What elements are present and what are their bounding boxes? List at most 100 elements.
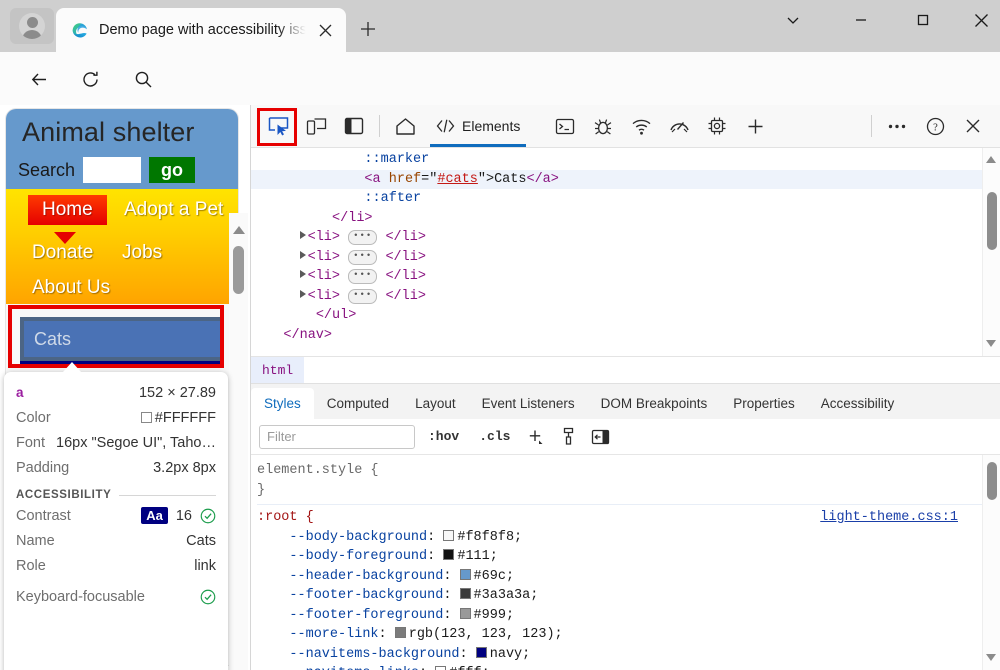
- contrast-aa-badge: Aa: [141, 507, 168, 524]
- css-declaration: --more-link: rgb(123, 123, 123);: [257, 625, 982, 645]
- expand-triangle-icon[interactable]: [300, 231, 306, 239]
- collapsed-children-icon[interactable]: •••: [348, 289, 377, 304]
- tooltip-font-row: Font 16px "Segoe UI", Taho…: [16, 430, 216, 455]
- dom-node-line[interactable]: <li> ••• </li>: [251, 267, 982, 287]
- keyboard-focusable-label: Keyboard-focusable: [16, 589, 145, 605]
- scroll-down-arrow-icon[interactable]: [985, 649, 997, 667]
- dom-node-line[interactable]: <li> ••• </li>: [251, 248, 982, 268]
- minimize-button[interactable]: [838, 4, 884, 36]
- styles-tab-dom-breakpoints[interactable]: DOM Breakpoints: [588, 388, 721, 419]
- dom-tree-scrollbar-thumb[interactable]: [987, 192, 997, 250]
- collapsed-children-icon[interactable]: •••: [348, 230, 377, 245]
- check-circle-icon: [200, 508, 216, 524]
- nav-item-adopt-a-pet[interactable]: Adopt a Pet: [124, 199, 223, 221]
- styles-scrollbar-thumb[interactable]: [987, 462, 997, 500]
- collapsed-children-icon[interactable]: •••: [348, 250, 377, 265]
- collapsed-children-icon[interactable]: •••: [348, 269, 377, 284]
- expand-triangle-icon[interactable]: [300, 290, 306, 298]
- color-swatch-icon[interactable]: [443, 549, 454, 560]
- dom-node-line[interactable]: ::after: [251, 189, 982, 209]
- inspect-element-icon[interactable]: [259, 107, 297, 145]
- network-icon[interactable]: [622, 107, 660, 145]
- new-tab-button[interactable]: [352, 14, 384, 44]
- color-swatch-icon[interactable]: [435, 666, 446, 670]
- devtools-more-ellipsis-icon[interactable]: [878, 107, 916, 145]
- styles-pane-tabs[interactable]: StylesComputedLayoutEvent ListenersDOM B…: [251, 383, 1000, 419]
- rule-divider: [257, 504, 982, 505]
- nav-item-about-us[interactable]: About Us: [32, 277, 110, 299]
- close-tab-icon[interactable]: [312, 17, 338, 43]
- styles-tab-computed[interactable]: Computed: [314, 388, 402, 419]
- color-swatch-icon[interactable]: [395, 627, 406, 638]
- styles-tab-accessibility[interactable]: Accessibility: [808, 388, 908, 419]
- search-go-button[interactable]: go: [149, 157, 195, 183]
- breadcrumb-item-html[interactable]: html: [251, 357, 304, 384]
- add-style-rule-icon[interactable]: [523, 425, 549, 449]
- styles-tab-styles[interactable]: Styles: [251, 388, 314, 419]
- breadcrumb: html: [251, 356, 1000, 383]
- filter-input[interactable]: Filter: [259, 425, 415, 449]
- dom-node-line[interactable]: <li> ••• </li>: [251, 287, 982, 307]
- dom-node-line[interactable]: <a href="#cats">Cats</a>: [251, 170, 982, 190]
- dom-node-line[interactable]: </li>: [251, 209, 982, 229]
- chevron-down-icon[interactable]: [770, 4, 816, 36]
- tooltip-color-value: #FFFFFF: [141, 410, 216, 426]
- styles-css-pane[interactable]: element.style {}:root {light-theme.css:1…: [251, 455, 982, 670]
- page-scrollbar-thumb[interactable]: [233, 246, 244, 294]
- nav-item-jobs[interactable]: Jobs: [122, 242, 162, 264]
- dom-node-line[interactable]: ::marker: [251, 150, 982, 170]
- console-icon[interactable]: [546, 107, 584, 145]
- scroll-up-arrow-icon[interactable]: [232, 222, 246, 240]
- color-swatch-icon[interactable]: [443, 530, 454, 541]
- debugger-icon[interactable]: [584, 107, 622, 145]
- performance-icon[interactable]: [660, 107, 698, 145]
- help-icon[interactable]: ?: [916, 107, 954, 145]
- styles-tab-event-listeners[interactable]: Event Listeners: [469, 388, 588, 419]
- color-swatch-icon[interactable]: [460, 588, 471, 599]
- dom-tree-scrollbar[interactable]: [982, 148, 1000, 356]
- refresh-button[interactable]: [73, 62, 107, 96]
- styles-tab-layout[interactable]: Layout: [402, 388, 469, 419]
- scroll-up-arrow-icon[interactable]: [985, 151, 997, 169]
- tooltip-name-row: Name Cats: [16, 528, 216, 553]
- tab-elements[interactable]: Elements: [424, 105, 532, 147]
- maximize-button[interactable]: [900, 4, 946, 36]
- nav-item-home[interactable]: Home: [28, 195, 107, 225]
- color-swatch-icon[interactable]: [476, 647, 487, 658]
- home-icon[interactable]: [386, 107, 424, 145]
- nav-item-donate[interactable]: Donate: [32, 242, 93, 264]
- expand-triangle-icon[interactable]: [300, 270, 306, 278]
- browser-tab[interactable]: Demo page with accessibility issu: [56, 8, 346, 52]
- search-input[interactable]: [83, 157, 141, 183]
- subnav-cats-link[interactable]: Cats: [20, 317, 224, 361]
- close-window-button[interactable]: [958, 4, 1000, 36]
- tooltip-arrow: [63, 362, 81, 372]
- dom-node-line[interactable]: </nav>: [251, 326, 982, 346]
- scroll-down-arrow-icon[interactable]: [985, 335, 997, 353]
- dom-node-line[interactable]: </ul>: [251, 306, 982, 326]
- color-swatch-icon[interactable]: [460, 569, 471, 580]
- tab-elements-label: Elements: [462, 118, 520, 134]
- close-devtools-icon[interactable]: [954, 107, 992, 145]
- stylesheet-source-link[interactable]: light-theme.css:1: [820, 508, 958, 528]
- dock-side-icon[interactable]: [335, 107, 373, 145]
- color-picker-icon[interactable]: [555, 425, 581, 449]
- back-button[interactable]: [22, 62, 56, 96]
- color-swatch-icon[interactable]: [460, 608, 471, 619]
- expand-triangle-icon[interactable]: [300, 251, 306, 259]
- device-emulation-icon[interactable]: [297, 107, 335, 145]
- memory-icon[interactable]: [698, 107, 736, 145]
- dom-node-line[interactable]: <li> ••• </li>: [251, 228, 982, 248]
- toggle-sidebar-icon[interactable]: [587, 425, 613, 449]
- dom-tree[interactable]: ::marker <a href="#cats">Cats</a> ::afte…: [251, 148, 982, 356]
- cls-button[interactable]: .cls: [472, 429, 517, 444]
- css-declaration: --body-foreground: #111;: [257, 547, 982, 567]
- hov-button[interactable]: :hov: [421, 429, 466, 444]
- styles-tab-properties[interactable]: Properties: [720, 388, 808, 419]
- profile-button[interactable]: [10, 8, 54, 44]
- search-icon[interactable]: [126, 62, 160, 96]
- add-panel-icon[interactable]: [736, 107, 774, 145]
- color-swatch-icon: [141, 412, 152, 423]
- tooltip-padding-label: Padding: [16, 460, 69, 476]
- tooltip-tag-name: a: [16, 385, 24, 400]
